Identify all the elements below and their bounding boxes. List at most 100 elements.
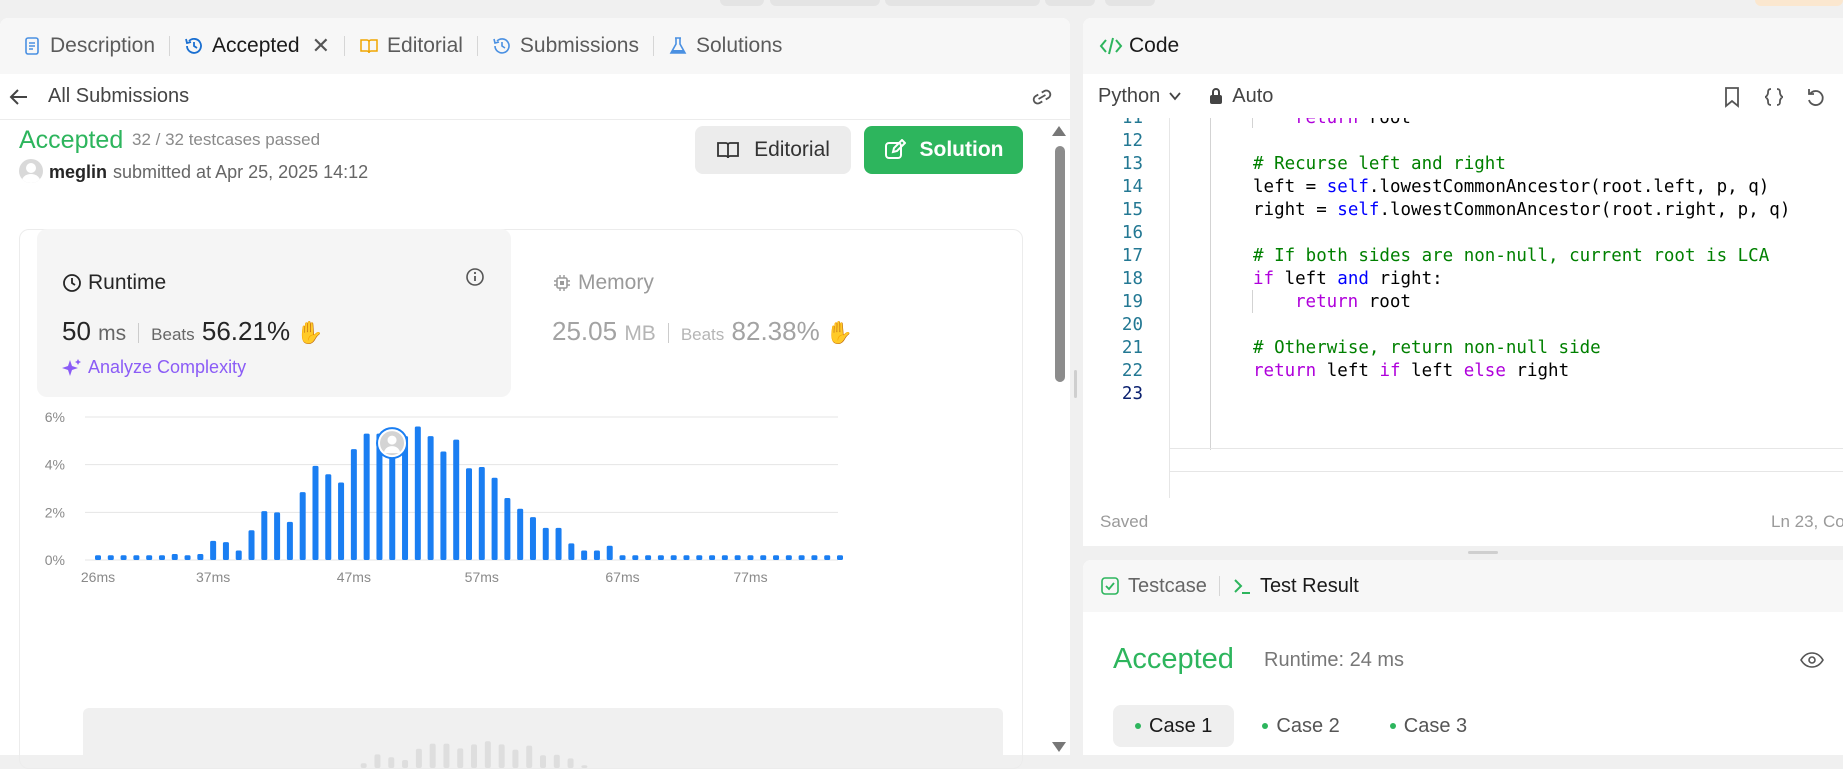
chart-bar[interactable] (427, 436, 434, 560)
case-tab-1[interactable]: Case 1 (1113, 705, 1235, 747)
chart-bar[interactable] (593, 550, 600, 560)
chart-bar[interactable] (773, 555, 780, 560)
analyze-complexity-link[interactable]: Analyze Complexity (62, 357, 246, 378)
chart-bar[interactable] (504, 498, 511, 560)
chip-icon (554, 275, 570, 291)
code-editor[interactable]: 11 return root 12 13 # Recurse left and … (1083, 118, 1843, 498)
chart-bar[interactable] (197, 554, 204, 560)
chart-bar[interactable] (721, 555, 728, 560)
chart-bar[interactable] (568, 543, 575, 560)
format-braces-icon[interactable] (1763, 86, 1785, 108)
x-tick-label: 26ms (81, 569, 115, 585)
chart-bar[interactable] (158, 555, 165, 560)
info-icon[interactable] (465, 267, 485, 287)
chart-bar[interactable] (606, 545, 613, 560)
chart-bar[interactable] (747, 555, 754, 560)
eye-icon[interactable] (1800, 650, 1824, 670)
chart-bar[interactable] (478, 467, 485, 560)
chart-bar[interactable] (338, 482, 345, 560)
chart-bar[interactable] (95, 555, 101, 560)
chart-bar[interactable] (325, 474, 332, 560)
scroll-up-arrow[interactable] (1052, 126, 1066, 136)
chart-bar[interactable] (248, 530, 255, 560)
chart-bar[interactable] (734, 555, 741, 560)
chart-bar[interactable] (184, 555, 191, 560)
chart-bar[interactable] (453, 439, 460, 560)
scroll-down-arrow[interactable] (1052, 742, 1066, 752)
chart-bar[interactable] (632, 555, 639, 560)
tab-accepted[interactable]: Accepted ✕ (174, 26, 340, 66)
all-submissions-link[interactable]: All Submissions (48, 85, 189, 108)
chart-bar[interactable] (350, 449, 357, 560)
arrow-left-icon[interactable] (8, 86, 30, 108)
x-tick-label: 57ms (465, 569, 499, 585)
bookmark-icon[interactable] (1721, 86, 1743, 108)
chart-bar[interactable] (824, 555, 831, 560)
runtime-distribution-chart[interactable]: 0% 2% 4% 6% 26ms 37ms 47ms 57ms 67ms 77ms (40, 410, 1000, 690)
chart-bar[interactable] (261, 511, 268, 560)
tab-editorial[interactable]: Editorial (349, 26, 473, 66)
reset-icon[interactable] (1805, 86, 1827, 108)
avatar[interactable] (19, 159, 43, 183)
chart-bar[interactable] (709, 555, 716, 560)
tab-testcase[interactable]: Testcase (1100, 575, 1207, 598)
chart-bar[interactable] (581, 550, 588, 560)
link-icon[interactable] (1030, 87, 1054, 107)
chart-bar[interactable] (696, 555, 703, 560)
chart-bar[interactable] (555, 527, 562, 560)
chart-bar[interactable] (414, 426, 421, 560)
chart-bar[interactable] (529, 517, 536, 560)
chart-bar[interactable] (542, 527, 549, 560)
chart-bar[interactable] (120, 555, 127, 560)
chart-bar[interactable] (133, 555, 140, 560)
panel-resize-handle[interactable] (1074, 370, 1077, 398)
panel-resize-handle[interactable] (1468, 551, 1498, 554)
chart-bar[interactable] (171, 554, 178, 560)
tab-test-result[interactable]: Test Result (1232, 575, 1359, 598)
chart-bar[interactable] (785, 555, 792, 560)
close-tab-icon[interactable]: ✕ (312, 33, 330, 59)
chart-bar[interactable] (107, 555, 114, 560)
chart-bar[interactable] (146, 555, 153, 560)
chart-bar[interactable] (210, 540, 217, 560)
left-tab-bar: Description Accepted ✕ Editorial Submiss… (0, 18, 1070, 74)
chart-bar[interactable] (222, 542, 229, 560)
chart-bar[interactable] (235, 550, 242, 560)
chart-bar[interactable] (299, 492, 306, 560)
case-tab-2[interactable]: Case 2 (1240, 705, 1361, 747)
code-line-21: # Otherwise, return non-null side (1253, 338, 1601, 358)
memory-label[interactable]: Memory (552, 271, 654, 295)
chart-bar[interactable] (491, 477, 498, 560)
chart-bar[interactable] (837, 555, 843, 560)
editorial-button[interactable]: Editorial (695, 126, 851, 174)
chart-bar[interactable] (466, 468, 472, 560)
chart-bar[interactable] (440, 451, 447, 560)
chart-bar[interactable] (798, 555, 805, 560)
chart-bar[interactable] (645, 555, 652, 560)
chart-bar[interactable] (517, 508, 524, 560)
minimap-bar (443, 743, 450, 768)
chart-bar[interactable] (363, 433, 370, 560)
scroll-thumb[interactable] (1055, 146, 1065, 382)
chevron-down-icon[interactable] (1168, 89, 1182, 103)
case-tab-3[interactable]: Case 3 (1368, 705, 1489, 747)
chart-bar[interactable] (670, 555, 677, 560)
tab-solutions[interactable]: Solutions (658, 26, 792, 66)
chart-bar[interactable] (312, 465, 319, 560)
chart-bar[interactable] (657, 555, 664, 560)
chart-bar[interactable] (389, 447, 396, 560)
chart-bar[interactable] (286, 521, 293, 560)
chart-bar[interactable] (811, 555, 818, 560)
username[interactable]: meglin (49, 162, 107, 182)
chart-bar[interactable] (683, 555, 690, 560)
solution-button[interactable]: Solution (864, 126, 1023, 174)
language-select[interactable]: Python (1098, 85, 1160, 108)
mode-label[interactable]: Auto (1232, 85, 1273, 108)
tab-description[interactable]: Description (12, 26, 165, 66)
chart-bar[interactable] (760, 555, 767, 560)
minimap-bar (526, 745, 533, 768)
tab-submissions[interactable]: Submissions (482, 26, 649, 66)
chart-bar[interactable] (619, 555, 626, 560)
chart-bar[interactable] (274, 512, 281, 560)
chart-range-selector[interactable] (83, 708, 1003, 768)
